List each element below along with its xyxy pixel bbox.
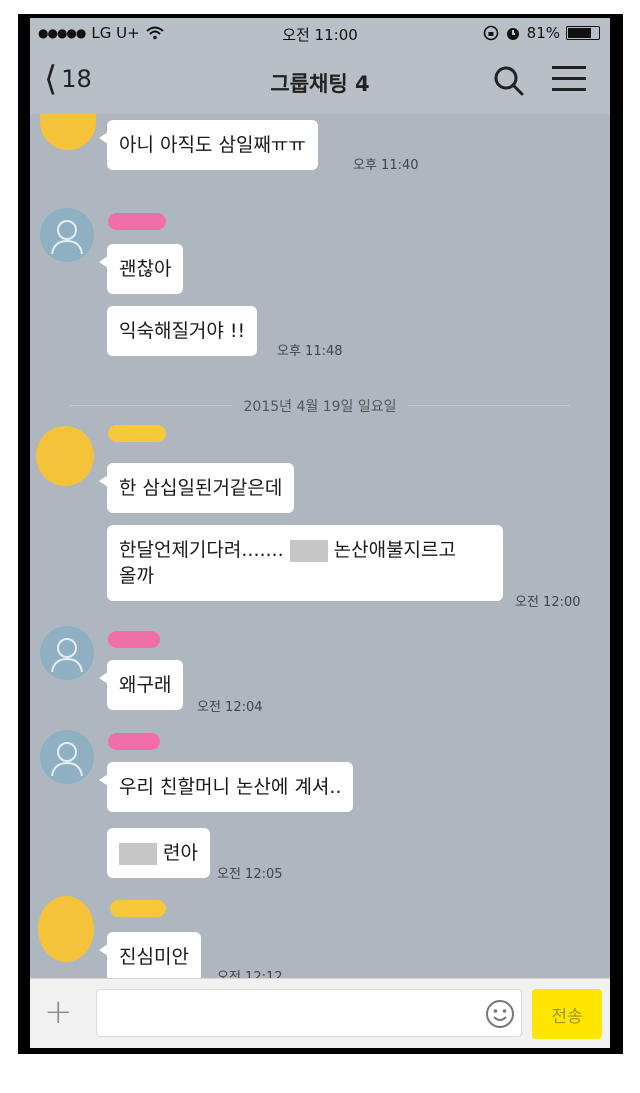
redacted-word <box>119 842 157 865</box>
date-divider: 2015년 4월 19일 일요일 <box>30 396 610 416</box>
message-text: 올까 <box>119 565 154 587</box>
message-time: 오후 11:40 <box>353 158 419 173</box>
message-time: 오전 12:00 <box>515 595 581 610</box>
date-divider-label: 2015년 4월 19일 일요일 <box>231 399 409 415</box>
avatar[interactable] <box>40 208 94 262</box>
menu-button[interactable] <box>552 66 586 96</box>
message-text: 한달언제기다려....... <box>119 539 284 561</box>
alarm-icon <box>506 28 519 40</box>
message-bubble[interactable]: 아니 아직도 삼일째ㅠㅠ <box>99 120 318 170</box>
status-right: 81% <box>483 24 600 42</box>
search-icon <box>494 66 524 96</box>
avatar[interactable] <box>40 114 96 150</box>
message-time: 오후 11:48 <box>277 344 343 359</box>
message-bubble[interactable]: 익숙해질거야 !! <box>107 306 258 356</box>
message-bubble[interactable]: 왜구래 <box>98 660 184 710</box>
battery-percent: 81% <box>526 24 560 42</box>
smiley-icon <box>486 1000 514 1028</box>
chat-screen: ●●●●● LG U+ 오전 11:00 81% ⟨ 18 그룹채팅 4 아니 … <box>30 18 610 1048</box>
search-button[interactable] <box>492 64 526 98</box>
avatar[interactable] <box>40 730 94 784</box>
message-bubble[interactable]: 괜찮아 <box>98 244 184 294</box>
default-profile-icon <box>51 742 83 777</box>
message-input-bar: + 전송 <box>30 978 610 1048</box>
message-bubble[interactable]: 우리 친할머니 논산에 계셔.. <box>98 762 354 812</box>
redacted-word <box>289 539 328 562</box>
sender-name-redacted <box>108 213 166 230</box>
battery-icon <box>566 26 600 40</box>
menu-line <box>552 77 586 80</box>
emoji-button[interactable] <box>485 999 515 1029</box>
message-bubble[interactable]: 한 삼십일된거같은데 <box>98 463 295 513</box>
battery-fill <box>568 28 592 38</box>
chat-header: ⟨ 18 그룹채팅 4 <box>30 48 610 114</box>
message-text: 논산애불지르고 <box>333 539 457 561</box>
sender-name-redacted <box>110 900 166 917</box>
message-bubble[interactable]: 련아 <box>107 828 210 878</box>
sender-name-redacted <box>108 733 160 750</box>
message-text: 련아 <box>163 842 198 864</box>
avatar[interactable] <box>38 896 94 962</box>
sender-name-redacted <box>108 425 166 442</box>
menu-line <box>552 66 586 69</box>
menu-line <box>552 88 586 91</box>
message-bubble[interactable]: 진심미안 <box>99 932 201 982</box>
message-bubble[interactable]: 한달언제기다려....... 논산애불지르고 올까 <box>107 525 503 601</box>
message-time: 오전 12:05 <box>217 867 283 882</box>
sender-name-redacted <box>108 631 160 648</box>
message-input[interactable] <box>96 989 522 1037</box>
avatar[interactable] <box>40 626 94 680</box>
message-list[interactable]: 아니 아직도 삼일째ㅠㅠ 오후 11:40 괜찮아 익숙해질거야 !! 오후 1… <box>30 114 610 985</box>
default-profile-icon <box>51 638 83 673</box>
rotation-lock-icon <box>483 25 498 41</box>
plus-icon[interactable]: + <box>44 995 73 1029</box>
send-button[interactable]: 전송 <box>532 989 602 1039</box>
default-profile-icon <box>51 220 83 255</box>
message-time: 오전 12:04 <box>197 700 263 715</box>
status-bar: ●●●●● LG U+ 오전 11:00 81% <box>30 18 610 48</box>
avatar[interactable] <box>36 426 94 486</box>
